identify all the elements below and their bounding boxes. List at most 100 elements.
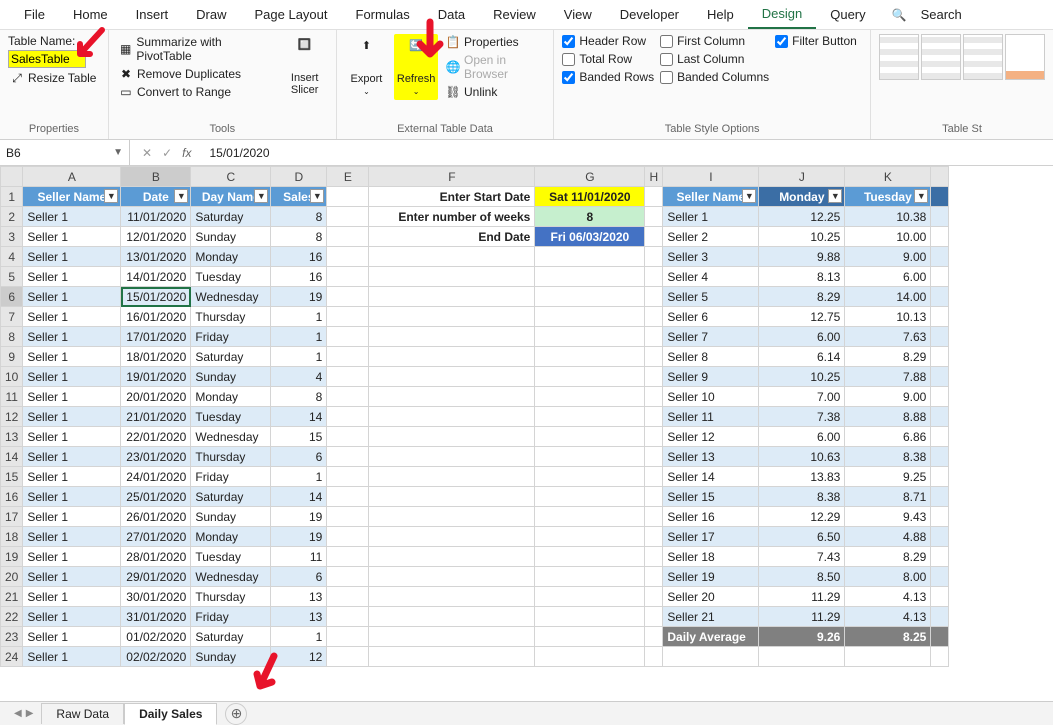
col-header[interactable]: C [191,167,271,187]
col-header[interactable]: H [645,167,663,187]
cell[interactable]: 14 [271,407,327,427]
chevron-right-icon[interactable]: ▶ [26,708,34,719]
cell[interactable]: 1 [271,307,327,327]
cell[interactable] [327,267,369,287]
cell[interactable]: 19 [271,287,327,307]
style-thumb[interactable] [963,34,1003,80]
col-header[interactable]: K [845,167,931,187]
cell[interactable] [327,507,369,527]
cell[interactable] [327,447,369,467]
cell[interactable]: Seller 10 [663,387,759,407]
chk-banded-rows[interactable]: Banded Rows [562,70,654,84]
cell[interactable] [645,267,663,287]
cell[interactable] [645,447,663,467]
cell[interactable] [535,327,645,347]
formula-input[interactable]: 15/01/2020 [203,146,1053,160]
cell[interactable] [327,407,369,427]
menu-file[interactable]: File [10,1,59,28]
cell[interactable]: 7.88 [845,367,931,387]
cell[interactable]: Seller 1 [23,647,121,667]
cell[interactable]: Saturday [191,627,271,647]
cell[interactable]: 7.43 [759,547,845,567]
cell[interactable]: Seller 1 [23,387,121,407]
cell[interactable] [369,607,535,627]
filter-dropdown-icon[interactable]: ▼ [254,189,268,203]
cell[interactable]: 14/01/2020 [121,267,191,287]
filter-dropdown-icon[interactable]: ▼ [174,189,188,203]
cell[interactable] [931,547,949,567]
cell[interactable]: 8.50 [759,567,845,587]
cell[interactable]: Seller 11 [663,407,759,427]
cell[interactable]: Saturday [191,347,271,367]
cell[interactable]: Seller 1 [663,207,759,227]
cell[interactable]: 10.63 [759,447,845,467]
cell[interactable] [931,267,949,287]
cell[interactable] [369,347,535,367]
cell[interactable] [535,567,645,587]
cell[interactable]: 8.88 [845,407,931,427]
cell[interactable] [535,287,645,307]
accept-icon[interactable]: ✓ [162,146,172,160]
row-header[interactable]: 15 [1,467,23,487]
cell[interactable] [535,247,645,267]
cell[interactable] [327,647,369,667]
cell[interactable] [645,467,663,487]
remove-duplicates-button[interactable]: ✖Remove Duplicates [117,66,276,82]
row-header[interactable]: 21 [1,587,23,607]
cell[interactable] [931,347,949,367]
table-header-cell[interactable]: Sales▼ [271,187,327,207]
cell[interactable]: Seller 1 [23,427,121,447]
refresh-button[interactable]: 🔄Refresh⌄ [394,34,438,100]
cell[interactable]: 26/01/2020 [121,507,191,527]
style-thumb[interactable] [921,34,961,80]
cell[interactable]: 19 [271,527,327,547]
cell[interactable]: 8.29 [845,547,931,567]
cell[interactable]: 8.38 [759,487,845,507]
cell[interactable]: 8 [271,207,327,227]
cell[interactable] [931,467,949,487]
cell[interactable]: 6 [271,567,327,587]
col-header[interactable]: F [369,167,535,187]
col-header[interactable]: A [23,167,121,187]
cell[interactable]: Tuesday [191,407,271,427]
menu-page-layout[interactable]: Page Layout [241,1,342,28]
cell[interactable]: 1 [271,467,327,487]
cell[interactable] [535,447,645,467]
cell[interactable] [535,267,645,287]
filter-dropdown-icon[interactable]: ▼ [104,189,118,203]
cell[interactable]: 9.43 [845,507,931,527]
cell[interactable] [931,247,949,267]
cell[interactable] [369,287,535,307]
cell[interactable] [845,647,931,667]
style-thumb[interactable] [1005,34,1045,80]
cell[interactable] [327,327,369,347]
search-icon[interactable]: 🔍 [892,8,907,22]
cell[interactable] [535,587,645,607]
cell[interactable] [645,567,663,587]
cell[interactable]: Seller 1 [23,347,121,367]
cell[interactable]: 10.00 [845,227,931,247]
cell[interactable]: Wednesday [191,287,271,307]
resize-table-button[interactable]: ⤢Resize Table [8,70,98,86]
table-styles-gallery[interactable] [879,34,1045,80]
cell[interactable] [327,387,369,407]
cell[interactable] [759,647,845,667]
cell[interactable]: Saturday [191,207,271,227]
chevron-down-icon[interactable]: ▼ [113,147,123,158]
cell[interactable]: 9.00 [845,247,931,267]
cell[interactable]: 6.00 [845,267,931,287]
cell[interactable]: 16/01/2020 [121,307,191,327]
row-header[interactable]: 18 [1,527,23,547]
col-header[interactable]: D [271,167,327,187]
cell[interactable]: 18/01/2020 [121,347,191,367]
cell[interactable]: 10.38 [845,207,931,227]
chevron-left-icon[interactable]: ◀ [14,708,22,719]
cell[interactable] [327,467,369,487]
menu-insert[interactable]: Insert [122,1,183,28]
cell[interactable]: Seller 19 [663,567,759,587]
cell[interactable] [645,587,663,607]
cell[interactable]: Seller 20 [663,587,759,607]
cell[interactable] [535,307,645,327]
row-header[interactable]: 17 [1,507,23,527]
cell[interactable]: Thursday [191,587,271,607]
